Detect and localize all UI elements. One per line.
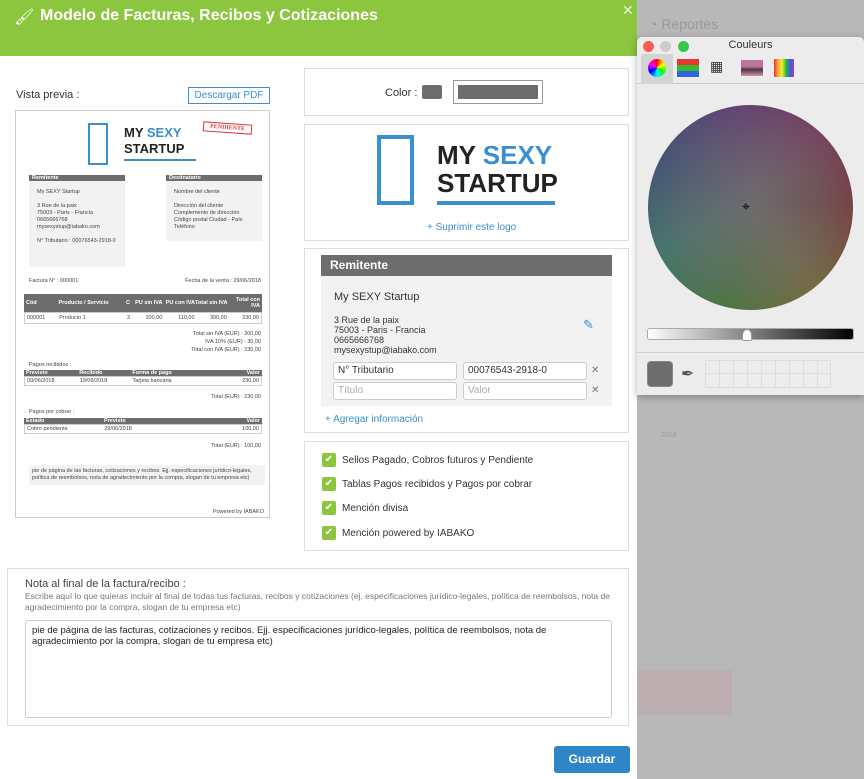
tab-color-wheel[interactable] (641, 54, 673, 84)
color-picker-panel: Couleurs ▦ ⌖ ✒ (637, 37, 864, 395)
logo-image: MY SEXY STARTUP (377, 135, 567, 211)
option-payment-tables[interactable]: ✔ Tablas Pagos recibidos y Pagos por cobr… (322, 477, 532, 491)
reports-menu[interactable]: ◔ Reportes (649, 16, 718, 32)
preview-received-table: Previsto Recibido Forma de pago Valor 09/06… (24, 370, 262, 386)
modal-header: 🖌 Modelo de Facturas, Recibos y Cotizaci… (0, 0, 637, 56)
note-textarea[interactable]: pie de página de las facturas, cotizacio… (25, 620, 612, 718)
sender-header: Remitente (321, 255, 612, 276)
preview-pending-table: Estado Previsto Valor Cobro pendiente 29/06… (24, 418, 262, 434)
current-color-well[interactable] (647, 361, 673, 387)
add-info-link[interactable]: + Agregar información (325, 414, 423, 425)
note-box: Nota al final de la factura/recibo : Esc… (7, 568, 629, 726)
save-button[interactable]: Guardar (554, 746, 630, 773)
logo-box: MY SEXY STARTUP + Suprimir este logo (304, 124, 629, 241)
sender-box: Remitente My SEXY Startup 3 Rue de la pa… (304, 248, 629, 433)
pending-stamp: PENDIENTE (202, 121, 253, 135)
preview-invoice-no: Factura N° : 000001 (29, 278, 79, 284)
preview-sale-date: Fecha de la venta : 29/06/2018 (185, 278, 261, 284)
invoice-template-modal: 🖌 Modelo de Facturas, Recibos y Cotizaci… (0, 0, 637, 779)
color-box: Color : (304, 68, 629, 116)
note-title: Nota al final de la factura/recibo : (25, 578, 186, 590)
option-powered-by[interactable]: ✔ Mención powered by IABAKO (322, 526, 474, 540)
option-currency[interactable]: ✔ Mención divisa (322, 501, 408, 515)
remove-logo-link[interactable]: + Suprimir este logo (427, 222, 516, 233)
image-palette-icon[interactable] (741, 60, 763, 76)
checkbox-checked-icon[interactable]: ✔ (322, 477, 336, 491)
remove-new-field-icon[interactable]: ✕ (591, 385, 599, 396)
modal-title: Modelo de Facturas, Recibos y Cotizacion… (40, 7, 378, 24)
option-label: Mención divisa (342, 502, 409, 514)
sender-panel: Remitente My SEXY Startup 3 Rue de la pa… (321, 255, 612, 406)
preview-pending-label: Pagos por cobrar : (29, 409, 75, 415)
reports-label: Reportes (661, 16, 719, 32)
option-label: Tablas Pagos recibidos y Pagos por cobra… (342, 478, 533, 490)
new-field-title-input[interactable]: Título (333, 382, 457, 400)
note-help: Escribe aquí lo que quieras incluir al f… (25, 591, 610, 612)
option-stamps[interactable]: ✔ Sellos Pagado, Cobros futuros y Pendien… (322, 453, 533, 467)
preview-items-table: Cód Producto / Servicio C PU sin IVA PU con … (24, 294, 262, 324)
new-field-value-input[interactable]: Valor (463, 382, 587, 400)
background-block (637, 670, 732, 715)
pencil-edit-icon[interactable]: ✎ (583, 317, 594, 333)
field-value-input[interactable]: 00076543-2918-0 (463, 362, 587, 380)
sliders-icon[interactable] (677, 59, 699, 77)
invoice-preview: MY SEXY STARTUP PENDIENTE Remitente My S… (15, 110, 270, 518)
sender-name: My SEXY Startup (334, 291, 420, 303)
preview-received-label: Pagos recibidos : (29, 362, 72, 368)
swatch-grid[interactable] (705, 360, 831, 388)
checkbox-checked-icon[interactable]: ✔ (322, 501, 336, 515)
checkbox-checked-icon[interactable]: ✔ (322, 526, 336, 540)
color-label: Color : (385, 87, 418, 99)
picker-tabs: ▦ (637, 54, 864, 84)
eyedropper-icon[interactable]: ✒ (681, 364, 694, 384)
preview-powered-by: Powered by IABAKO (212, 509, 264, 515)
panel-title: Couleurs (728, 39, 773, 51)
brush-icon: 🖌 (14, 9, 35, 26)
slider-handle[interactable] (742, 329, 752, 341)
checkbox-checked-icon[interactable]: ✔ (322, 453, 336, 467)
palettes-icon[interactable]: ▦ (710, 58, 723, 75)
preview-logo: MY SEXY STARTUP (88, 123, 208, 167)
color-wheel-icon (648, 59, 666, 77)
crayons-icon[interactable] (774, 59, 794, 77)
field-title-input[interactable]: N° Tributario (333, 362, 457, 380)
preview-pending-total: Total (EUR) : 100,00 (211, 443, 261, 449)
option-label: Mención powered by IABAKO (342, 527, 475, 539)
preview-totals: Total sin IVA (EUR) : 300,00 IVA 10% (EUR… (191, 331, 261, 353)
options-box: ✔ Sellos Pagado, Cobros futuros y Pendien… (304, 441, 629, 551)
preview-received-total: Total (EUR) : 230,00 (211, 394, 261, 400)
color-wheel[interactable] (648, 105, 853, 310)
preview-footer: pie de página de las facturas, cotizacio… (29, 465, 265, 485)
color-input[interactable] (453, 80, 543, 104)
close-icon[interactable]: ✕ (622, 2, 634, 19)
year-label: 2018 (661, 432, 677, 439)
preview-label: Vista previa : (16, 89, 80, 101)
preview-recipient: Destinatario Nombre del cliente Dirección… (166, 175, 262, 241)
download-pdf-button[interactable]: Descargar PDF (188, 87, 270, 104)
preview-sender: Remitente My SEXY Startup 3 Rue de la pai… (29, 175, 125, 267)
sender-address: 3 Rue de la paix 75003 - Paris - Francia 0… (334, 315, 437, 355)
color-swatch[interactable] (422, 85, 442, 99)
crosshair-icon[interactable]: ⌖ (742, 198, 750, 215)
remove-field-icon[interactable]: ✕ (591, 365, 599, 376)
option-label: Sellos Pagado, Cobros futuros y Pendient… (342, 454, 534, 466)
